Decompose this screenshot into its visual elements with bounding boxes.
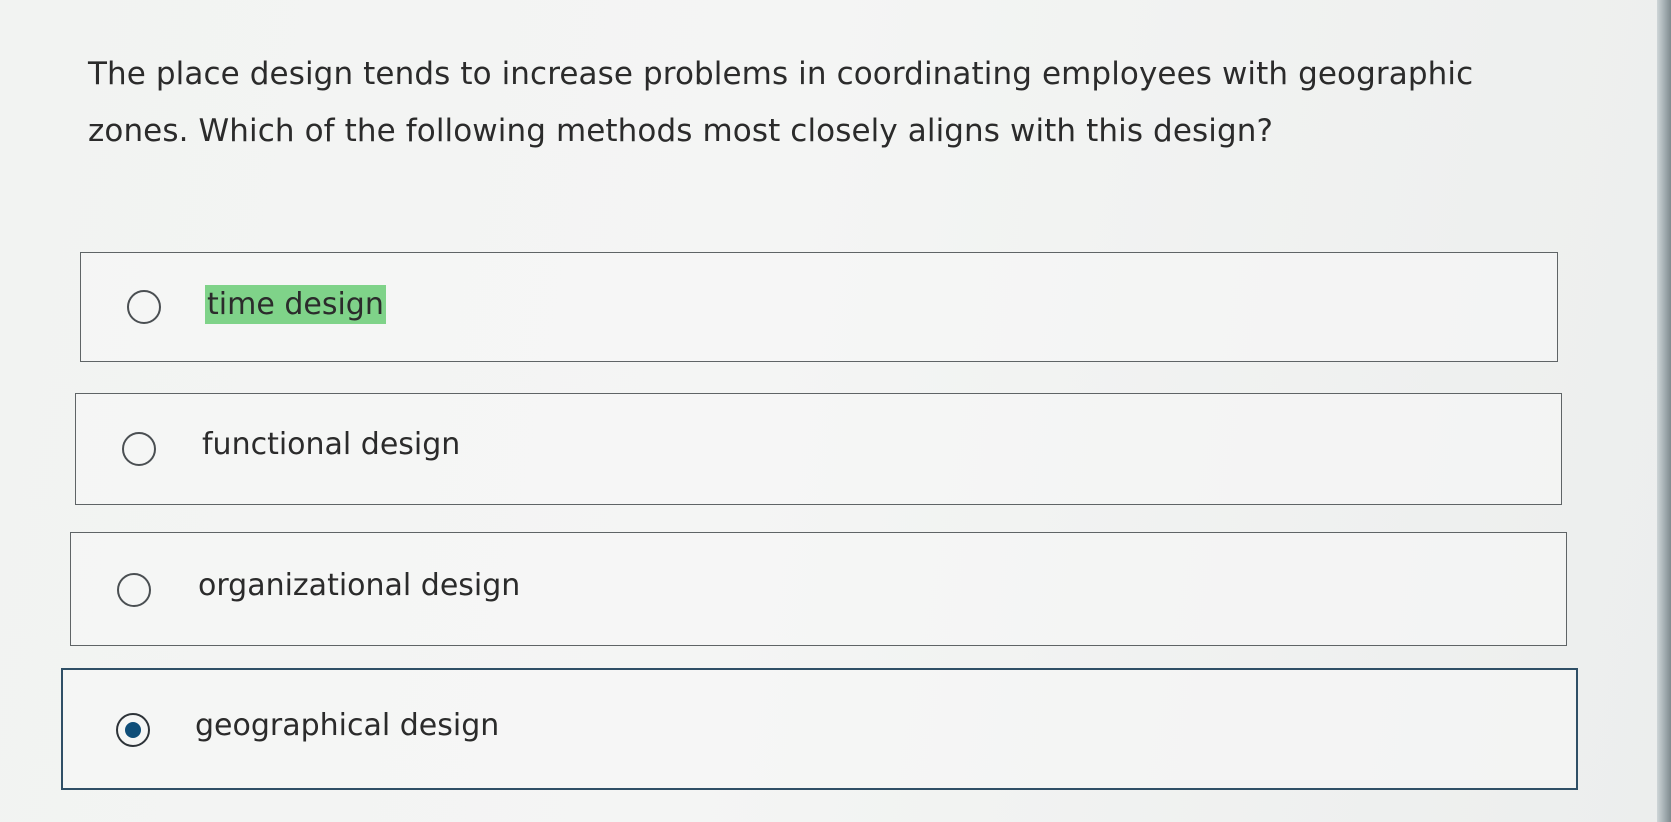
option-functional-design[interactable]: functional design [75,393,1562,505]
radio-button-unchecked[interactable] [127,290,161,324]
screen-edge [1657,0,1671,822]
option-geographical-design[interactable]: geographical design [61,668,1578,790]
radio-button-unchecked[interactable] [117,573,151,607]
radio-button-unchecked[interactable] [122,432,156,466]
radio-button-checked[interactable] [116,713,150,747]
option-label: organizational design [198,568,521,603]
question-text: The place design tends to increase probl… [88,56,1474,149]
option-label: geographical design [195,708,500,743]
option-label: time design [205,285,386,324]
option-organizational-design[interactable]: organizational design [70,532,1567,646]
option-time-design[interactable]: time design [80,252,1558,362]
option-label: functional design [202,427,461,462]
